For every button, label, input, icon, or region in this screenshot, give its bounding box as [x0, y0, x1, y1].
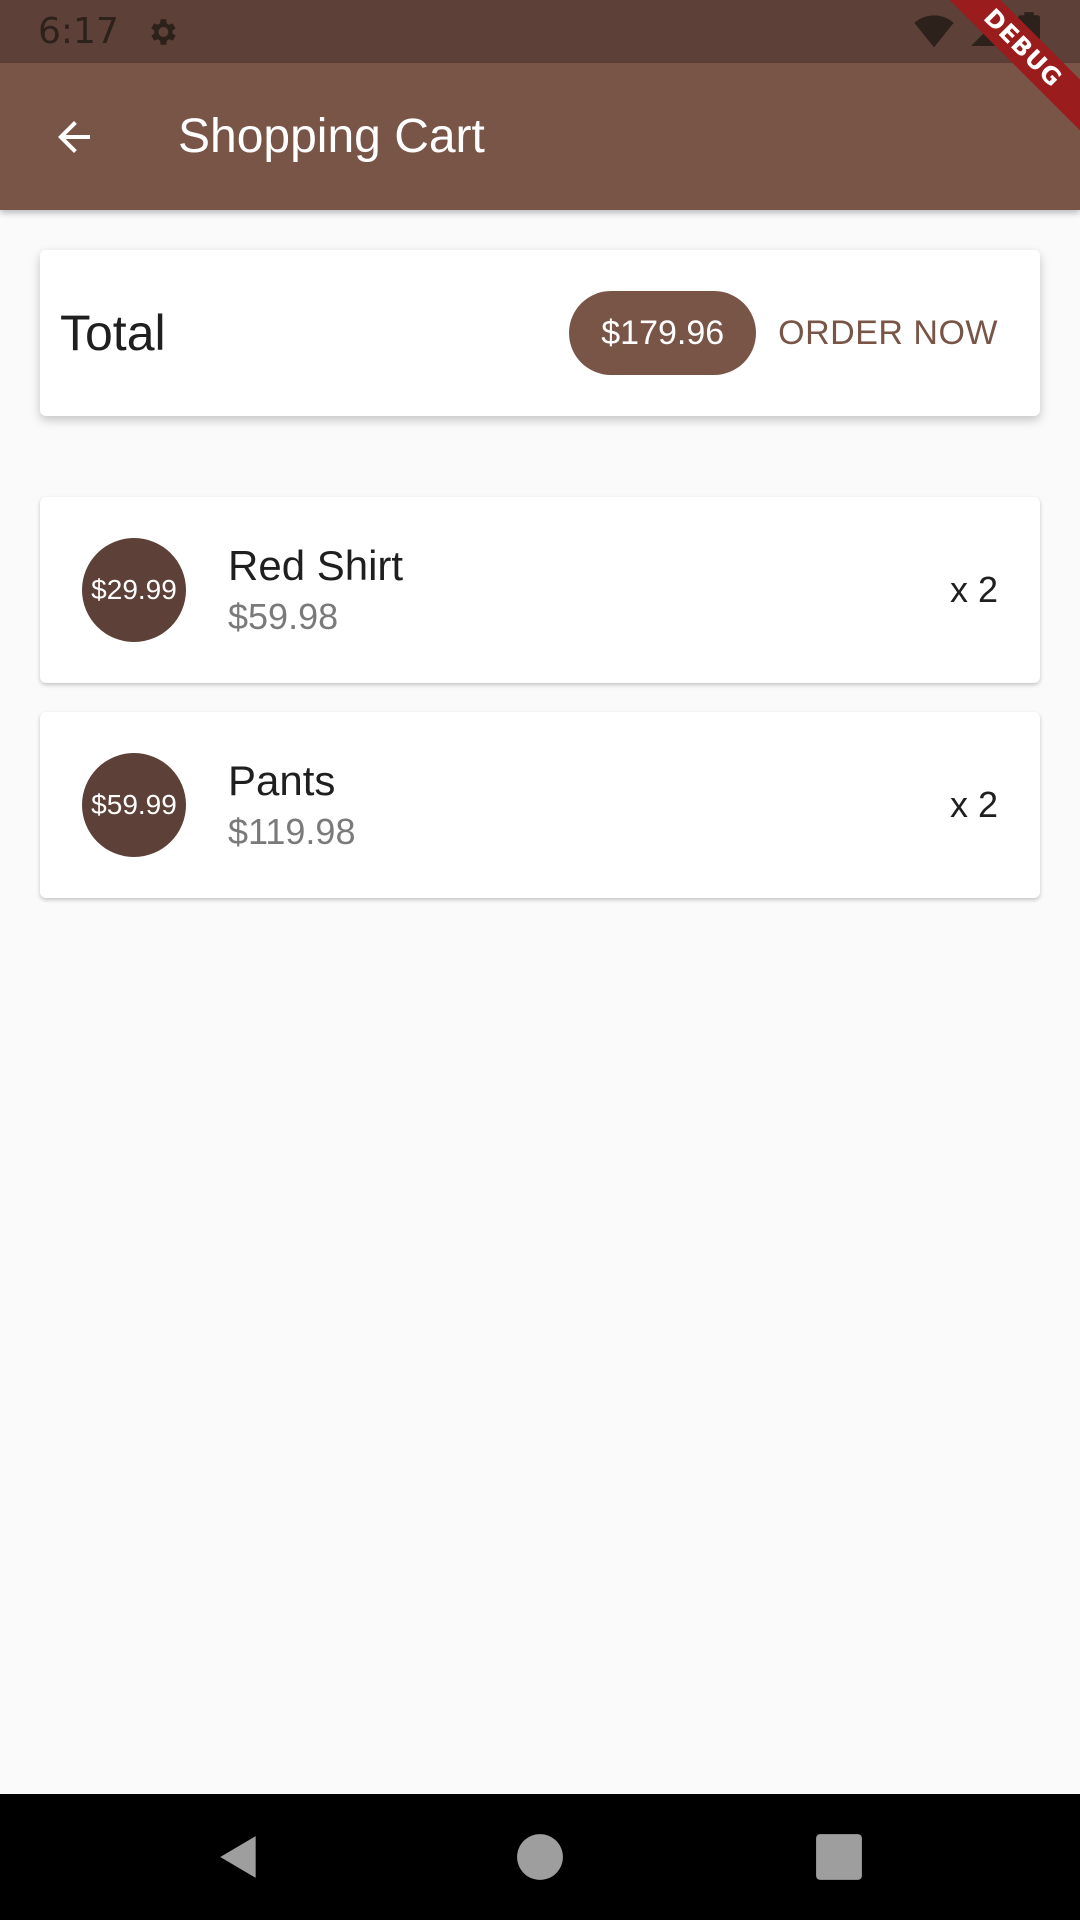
home-circle-icon[interactable]	[515, 1832, 565, 1882]
total-card: Total $179.96 ORDER NOW	[40, 250, 1040, 416]
item-quantity: x 2	[949, 784, 998, 825]
total-label: Total	[60, 305, 166, 361]
item-text: Pants $119.98	[228, 757, 355, 853]
arrow-back-icon	[58, 120, 90, 153]
app-bar: Shopping Cart	[0, 63, 1080, 210]
wifi-icon	[914, 15, 954, 48]
cart-item-card[interactable]: $29.99 Red Shirt $59.98 x 2	[40, 497, 1040, 683]
status-time: 6:17	[38, 11, 119, 52]
back-button[interactable]	[34, 97, 114, 177]
total-amount-chip: $179.96	[569, 291, 757, 375]
cart-item-card[interactable]: $59.99 Pants $119.98 x 2	[40, 712, 1040, 898]
item-quantity: x 2	[949, 569, 998, 610]
item-title: Red Shirt	[228, 542, 404, 589]
back-triangle-icon[interactable]	[214, 1832, 264, 1882]
item-subtotal: $59.98	[228, 596, 339, 637]
price-avatar: $29.99	[82, 538, 186, 642]
item-title: Pants	[228, 757, 336, 804]
price-avatar: $59.99	[82, 753, 186, 857]
recents-square-icon[interactable]	[814, 1832, 864, 1882]
status-bar: 6:17	[0, 0, 1080, 63]
item-text: Red Shirt $59.98	[228, 542, 403, 638]
item-subtotal: $119.98	[228, 811, 356, 852]
order-now-button[interactable]: ORDER NOW	[778, 314, 998, 353]
system-nav-bar	[0, 1794, 1080, 1920]
page-title: Shopping Cart	[178, 110, 485, 163]
settings-icon	[151, 18, 176, 45]
